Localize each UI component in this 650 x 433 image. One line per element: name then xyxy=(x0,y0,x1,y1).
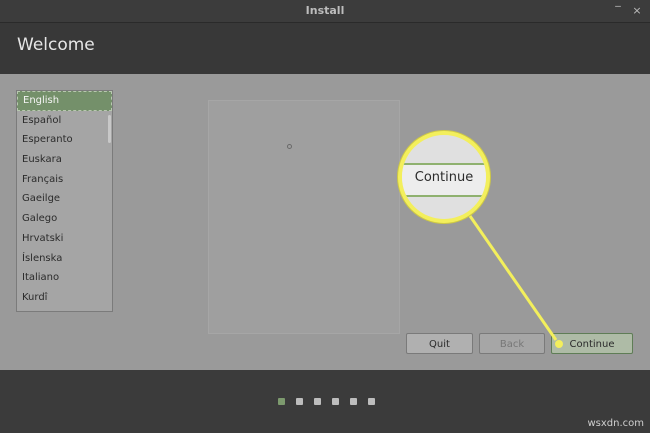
back-button[interactable]: Back xyxy=(479,333,545,354)
language-list[interactable]: English Español Esperanto Euskara França… xyxy=(16,90,113,312)
step-indicator xyxy=(368,398,375,405)
step-indicator xyxy=(332,398,339,405)
language-list-scrollbar[interactable] xyxy=(108,115,111,143)
page-header: Welcome xyxy=(0,23,650,74)
installer-window: Install ‾ × Welcome English Español Espe… xyxy=(0,0,650,433)
loading-dot-icon xyxy=(287,144,292,149)
language-item[interactable]: Euskara xyxy=(17,150,112,170)
page-title: Welcome xyxy=(17,35,95,55)
step-indicator xyxy=(314,398,321,405)
title-bar: Install ‾ × xyxy=(0,0,650,23)
language-item[interactable]: Esperanto xyxy=(17,130,112,150)
language-item[interactable]: Français xyxy=(17,170,112,190)
language-item[interactable]: English xyxy=(17,91,112,111)
minimize-icon[interactable]: ‾ xyxy=(611,4,625,18)
zoom-callout: Continue xyxy=(398,131,490,223)
quit-button[interactable]: Quit xyxy=(406,333,473,354)
window-title: Install xyxy=(305,4,345,17)
footer-bar xyxy=(0,370,650,433)
continue-button[interactable]: Continue xyxy=(551,333,633,354)
step-indicator xyxy=(350,398,357,405)
language-item[interactable]: Galego xyxy=(17,209,112,229)
release-notes-pane xyxy=(208,100,400,334)
language-item[interactable]: Íslenska xyxy=(17,249,112,269)
language-item[interactable]: Hrvatski xyxy=(17,229,112,249)
language-item[interactable]: Gaeilge xyxy=(17,189,112,209)
language-item[interactable]: Kurdî xyxy=(17,288,112,308)
watermark: wsxdn.com xyxy=(587,418,644,429)
callout-label: Continue xyxy=(414,170,474,185)
step-indicator xyxy=(296,398,303,405)
close-icon[interactable]: × xyxy=(630,4,644,18)
step-indicator xyxy=(278,398,285,405)
language-item[interactable]: Italiano xyxy=(17,268,112,288)
language-item[interactable]: Español xyxy=(17,111,112,131)
